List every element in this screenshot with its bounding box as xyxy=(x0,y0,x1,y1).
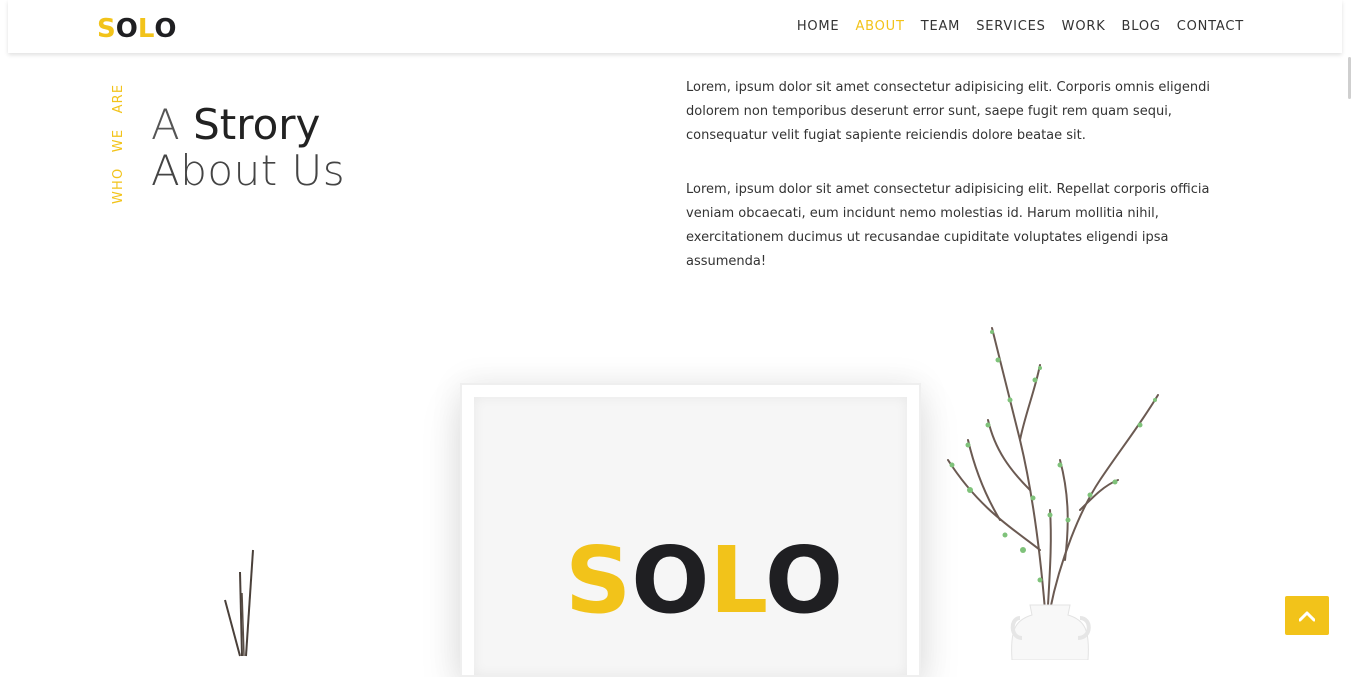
brand-letter-o: O xyxy=(115,14,138,44)
main-nav: HOME ABOUT TEAM SERVICES WORK BLOG CONTA… xyxy=(781,18,1244,36)
title-prefix: A xyxy=(151,100,180,149)
frame-letter-o2: O xyxy=(764,527,844,634)
about-paragraph-1: Lorem, ipsum dolor sit amet consectetur … xyxy=(686,80,1210,143)
brand-logo[interactable]: SOLO xyxy=(97,13,177,45)
brand-letter-l: L xyxy=(137,14,155,44)
section-title: A Strory About Us xyxy=(151,102,345,194)
picture-frame: SOLO xyxy=(460,383,921,677)
frame-letter-o: O xyxy=(631,527,710,634)
nav-team[interactable]: TEAM xyxy=(921,18,960,36)
vase-plant-image xyxy=(947,327,1159,660)
about-paragraph-2: Lorem, ipsum dolor sit amet consectetur … xyxy=(686,182,1210,269)
brand-letter-s: S xyxy=(97,14,116,44)
nav-about[interactable]: ABOUT xyxy=(855,18,904,36)
title-line2: About Us xyxy=(151,146,346,195)
nav-home[interactable]: HOME xyxy=(797,18,840,36)
nav-blog[interactable]: BLOG xyxy=(1122,18,1161,36)
chevron-up-icon xyxy=(1299,611,1315,621)
title-word: Strory xyxy=(193,100,321,149)
nav-contact[interactable]: CONTACT xyxy=(1177,18,1244,36)
reed-diffuser-image xyxy=(224,549,254,657)
scrollbar[interactable] xyxy=(1342,0,1353,656)
frame-letter-l: L xyxy=(709,527,765,634)
navbar: SOLO HOME ABOUT TEAM SERVICES WORK BLOG … xyxy=(8,0,1342,53)
nav-work[interactable]: WORK xyxy=(1062,18,1106,36)
back-to-top-button[interactable] xyxy=(1285,596,1329,635)
section-eyebrow: WHO WE ARE xyxy=(111,83,126,204)
frame-logo: SOLO xyxy=(565,531,843,631)
scrollbar-thumb[interactable] xyxy=(1348,57,1351,99)
brand-letter-o2: O xyxy=(154,14,177,44)
frame-letter-s: S xyxy=(565,527,632,634)
nav-services[interactable]: SERVICES xyxy=(976,18,1045,36)
